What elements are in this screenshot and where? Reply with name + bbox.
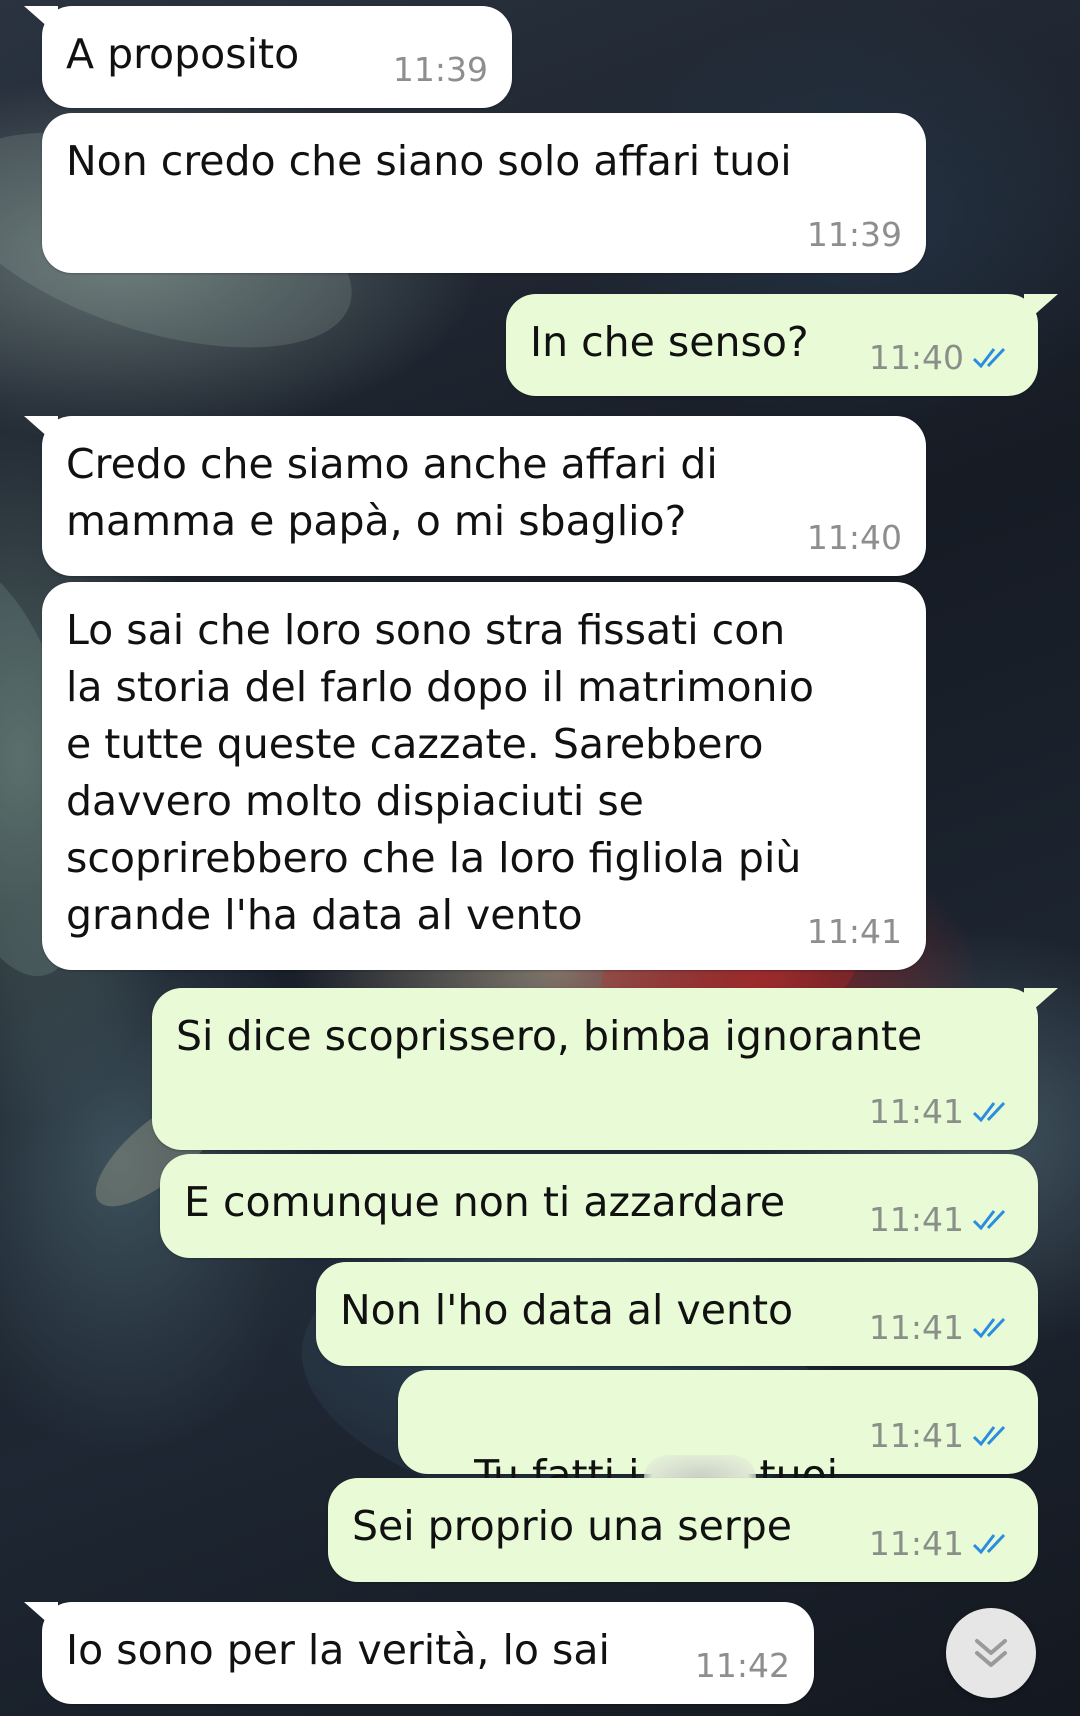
- message-bubble-incoming[interactable]: Credo che siamo anche affari di mamma e …: [24, 416, 926, 576]
- message-text: Lo sai che loro sono stra fissati con la…: [66, 606, 815, 939]
- message-time: 11:41: [868, 1416, 964, 1455]
- message-meta: 11:41: [807, 903, 902, 960]
- message-text: Io sono per la verità, lo sai: [66, 1626, 610, 1674]
- double-check-icon: [972, 1101, 1006, 1122]
- message-meta: 11:41: [869, 1407, 1014, 1464]
- double-check-icon: [972, 347, 1006, 368]
- message-bubble-incoming[interactable]: Non credo che siano solo affari tuoi 11:…: [42, 113, 926, 273]
- message-bubble-outgoing[interactable]: Tu fatti i tuoi 11:41: [398, 1370, 1038, 1501]
- message-meta: 11:40: [807, 509, 902, 566]
- message-meta: 11:41: [869, 1299, 1014, 1356]
- message-bubble-outgoing[interactable]: Si dice scoprissero, bimba ignorante 11:…: [152, 988, 1058, 1150]
- message-text: Non credo che siano solo affari tuoi: [66, 137, 792, 185]
- chevron-double-down-icon: [975, 1639, 1007, 1667]
- message-time: 11:41: [868, 1092, 964, 1131]
- double-check-icon: [972, 1425, 1006, 1446]
- message-meta: 11:39: [393, 41, 488, 98]
- message-time: 11:41: [868, 1524, 964, 1563]
- message-time: 11:39: [392, 50, 488, 89]
- message-time: 11:40: [868, 338, 964, 377]
- message-bubble-outgoing[interactable]: In che senso? 11:40: [506, 294, 1058, 396]
- message-bubble-incoming[interactable]: A proposito 11:39: [24, 6, 512, 108]
- double-check-icon: [972, 1209, 1006, 1230]
- message-bubble-outgoing[interactable]: Non l'ho data al vento 11:41: [316, 1262, 1038, 1366]
- message-time: 11:40: [806, 518, 902, 557]
- message-meta: 11:39: [807, 206, 902, 263]
- double-check-icon: [972, 1533, 1006, 1554]
- message-bubble-outgoing[interactable]: Sei proprio una serpe 11:41: [328, 1478, 1038, 1582]
- message-meta: 11:42: [695, 1637, 790, 1694]
- message-meta: 11:41: [869, 1083, 1014, 1140]
- message-meta: 11:41: [869, 1515, 1014, 1572]
- message-bubble-incoming[interactable]: Io sono per la verità, lo sai 11:42: [24, 1602, 814, 1704]
- message-meta: 11:41: [869, 1191, 1014, 1248]
- message-time: 11:41: [806, 912, 902, 951]
- message-text: Si dice scoprissero, bimba ignorante: [176, 1012, 923, 1060]
- double-check-icon: [972, 1317, 1006, 1338]
- message-bubble-incoming[interactable]: Lo sai che loro sono stra fissati con la…: [42, 582, 926, 970]
- message-time: 11:39: [806, 215, 902, 254]
- message-time: 11:42: [694, 1646, 790, 1685]
- message-meta: 11:40: [869, 329, 1014, 386]
- message-bubble-outgoing[interactable]: E comunque non ti azzardare 11:41: [160, 1154, 1038, 1258]
- scroll-to-bottom-button[interactable]: [946, 1608, 1036, 1698]
- message-time: 11:41: [868, 1200, 964, 1239]
- message-time: 11:41: [868, 1308, 964, 1347]
- message-text: Credo che siamo anche affari di mamma e …: [66, 440, 718, 545]
